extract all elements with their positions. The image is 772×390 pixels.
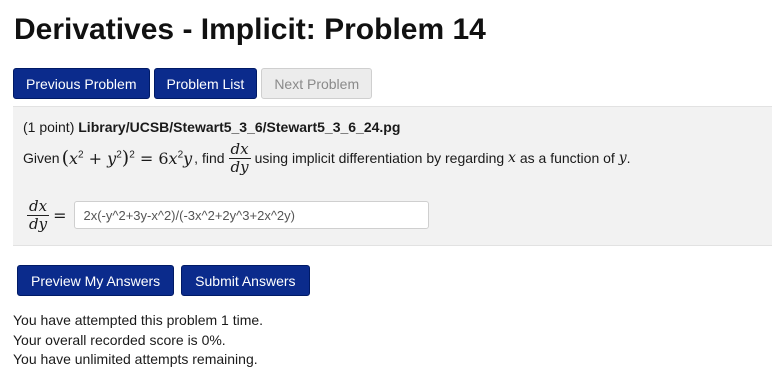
given-equation: (x2 + y2)2 = 6x2y	[61, 147, 193, 169]
as-function-text: as a function of	[519, 150, 615, 166]
answer-input[interactable]	[74, 201, 430, 229]
problem-header: (1 point) Library/UCSB/Stewart5_3_6/Stew…	[23, 119, 400, 135]
derivative-numerator: dx	[228, 139, 251, 159]
attempt-status: You have attempted this problem 1 time. …	[13, 311, 263, 370]
submit-answers-button[interactable]: Submit Answers	[181, 265, 310, 296]
answer-derivative-label: dx dy	[27, 196, 50, 233]
variable-x: x	[508, 150, 516, 166]
problem-list-button[interactable]: Problem List	[153, 68, 258, 99]
find-label: , find	[194, 150, 225, 166]
problem-statement: Given (x2 + y2)2 = 6x2y , find dx dy usi…	[23, 139, 631, 176]
equals-sign: =	[53, 205, 67, 225]
points-label: (1 point)	[23, 119, 75, 135]
problem-source-path: Library/UCSB/Stewart5_3_6/Stewart5_3_6_2…	[78, 119, 401, 135]
answer-label-denominator: dy	[29, 214, 48, 233]
answer-label-numerator: dx	[27, 196, 50, 216]
problem-navigation: Previous Problem Problem List Next Probl…	[13, 68, 373, 99]
preview-answers-button[interactable]: Preview My Answers	[17, 265, 175, 296]
recorded-score-text: Your overall recorded score is 0%.	[13, 331, 226, 348]
answer-row: dx dy =	[23, 195, 430, 235]
previous-problem-button[interactable]: Previous Problem	[13, 68, 150, 99]
derivative-denominator: dy	[230, 157, 249, 176]
attempts-remaining-text: You have unlimited attempts remaining.	[13, 351, 258, 367]
page-title: Derivatives - Implicit: Problem 14	[14, 13, 486, 46]
using-text: using implicit differentiation by regard…	[254, 150, 505, 166]
next-problem-button: Next Problem	[261, 68, 373, 99]
given-label: Given	[23, 150, 60, 166]
problem-panel: (1 point) Library/UCSB/Stewart5_3_6/Stew…	[13, 106, 772, 246]
answer-actions: Preview My Answers Submit Answers	[17, 265, 310, 296]
derivative-fraction: dx dy	[228, 139, 251, 176]
variable-y: y	[618, 150, 627, 166]
attempts-count-text: You have attempted this problem 1 time.	[13, 312, 264, 328]
